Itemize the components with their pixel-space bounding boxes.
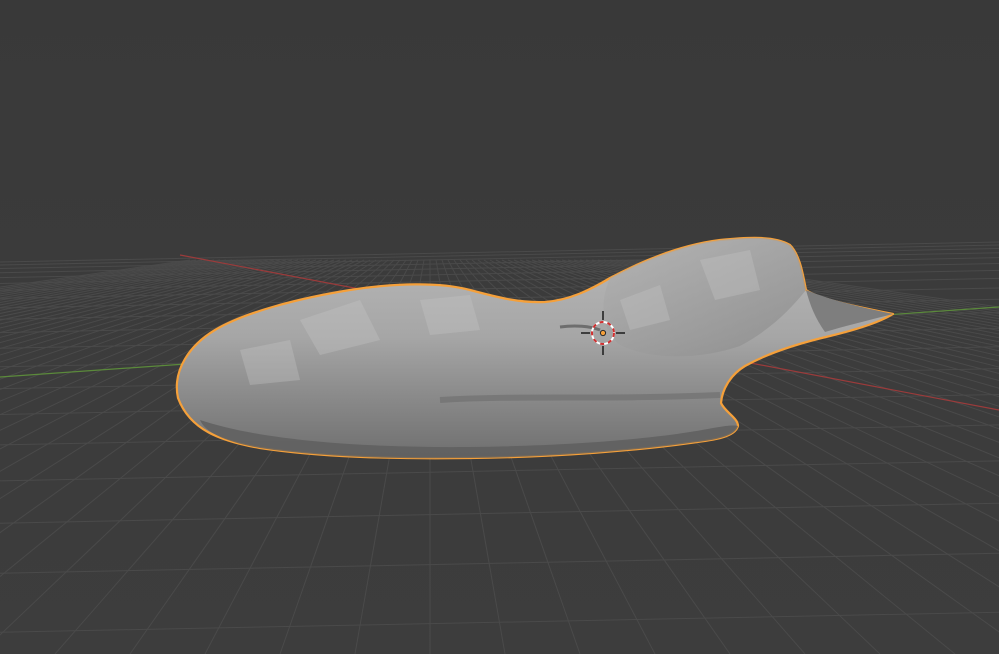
grid-line bbox=[0, 460, 999, 482]
3d-viewport[interactable] bbox=[0, 0, 999, 654]
viewport-canvas[interactable] bbox=[0, 0, 999, 654]
mesh-object[interactable] bbox=[175, 236, 895, 460]
grid-line bbox=[0, 259, 233, 301]
mesh-crease bbox=[439, 392, 721, 403]
grid-line bbox=[0, 502, 999, 524]
grid-line bbox=[0, 552, 999, 574]
grid-line bbox=[0, 611, 999, 633]
grid-line bbox=[0, 259, 227, 299]
